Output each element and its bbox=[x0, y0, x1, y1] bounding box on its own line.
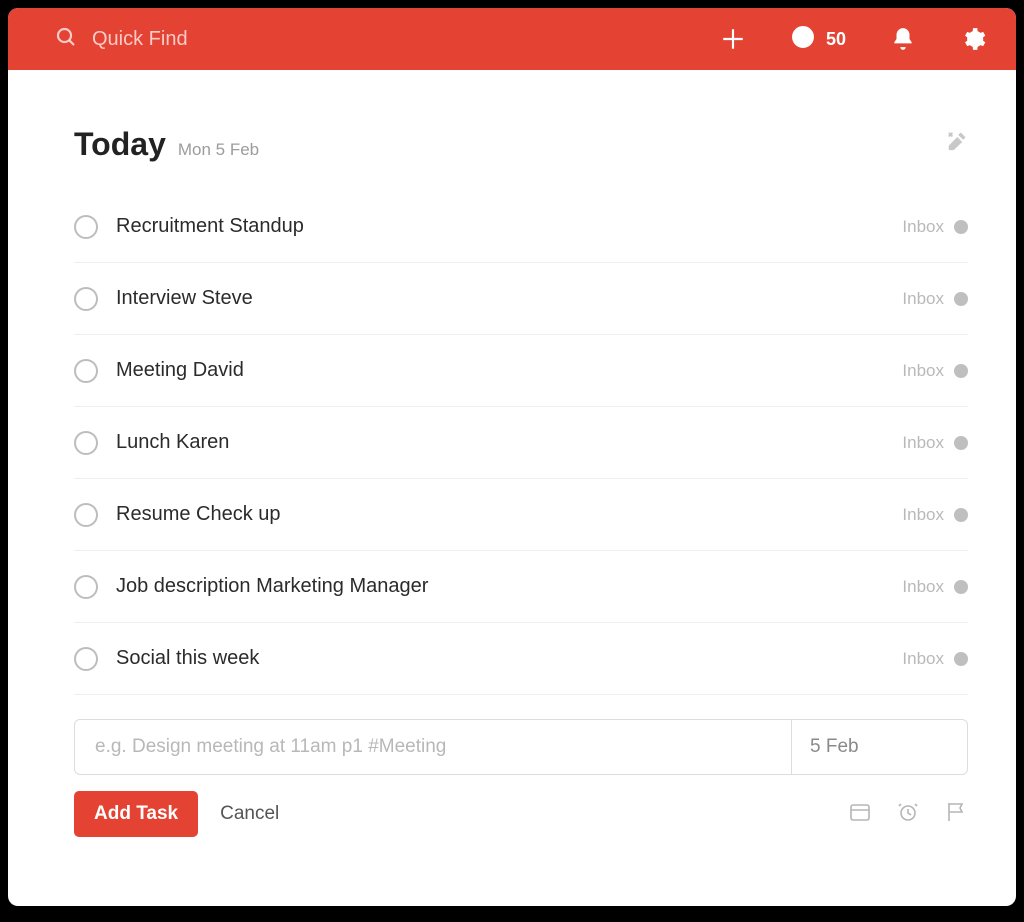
karma-count: 50 bbox=[826, 29, 846, 50]
app-header: Quick Find 50 bbox=[8, 8, 1016, 70]
search-button[interactable]: Quick Find bbox=[54, 25, 188, 54]
project-color-dot bbox=[954, 652, 968, 666]
add-task-form: 5 Feb bbox=[74, 719, 968, 775]
task-row[interactable]: Social this weekInbox bbox=[74, 623, 968, 695]
notifications-button[interactable] bbox=[890, 26, 916, 52]
task-title-input[interactable] bbox=[75, 720, 791, 774]
task-project-label: Inbox bbox=[902, 433, 944, 453]
app-window: Quick Find 50 Today Mon 5 Feb bbox=[8, 8, 1016, 906]
task-list: Recruitment StandupInboxInterview SteveI… bbox=[74, 191, 968, 695]
task-title: Meeting David bbox=[116, 359, 902, 382]
project-color-dot bbox=[954, 292, 968, 306]
project-color-dot bbox=[954, 220, 968, 234]
project-color-dot bbox=[954, 508, 968, 522]
project-color-dot bbox=[954, 436, 968, 450]
task-title: Lunch Karen bbox=[116, 431, 902, 454]
task-project-label: Inbox bbox=[902, 505, 944, 525]
task-row[interactable]: Recruitment StandupInbox bbox=[74, 191, 968, 263]
karma-icon bbox=[790, 24, 816, 55]
task-checkbox[interactable] bbox=[74, 647, 98, 671]
due-date-value: 5 Feb bbox=[810, 736, 859, 758]
task-checkbox[interactable] bbox=[74, 431, 98, 455]
page-title: Today bbox=[74, 126, 166, 163]
header-actions: 50 bbox=[720, 24, 986, 55]
task-row[interactable]: Lunch KarenInbox bbox=[74, 407, 968, 479]
task-checkbox[interactable] bbox=[74, 503, 98, 527]
task-checkbox[interactable] bbox=[74, 575, 98, 599]
task-project-label: Inbox bbox=[902, 577, 944, 597]
main-content: Today Mon 5 Feb Recruitment StandupInbox… bbox=[8, 70, 1016, 837]
settings-button[interactable] bbox=[960, 26, 986, 52]
page-title-row: Today Mon 5 Feb bbox=[74, 126, 968, 163]
due-date-picker[interactable]: 5 Feb bbox=[791, 720, 967, 774]
task-title: Interview Steve bbox=[116, 287, 902, 310]
task-row[interactable]: Interview SteveInbox bbox=[74, 263, 968, 335]
task-row[interactable]: Job description Marketing ManagerInbox bbox=[74, 551, 968, 623]
quick-add-button[interactable] bbox=[720, 26, 746, 52]
task-row[interactable]: Resume Check upInbox bbox=[74, 479, 968, 551]
priority-flag-icon[interactable] bbox=[944, 800, 968, 829]
task-checkbox[interactable] bbox=[74, 287, 98, 311]
task-option-icons bbox=[848, 800, 968, 829]
project-color-dot bbox=[954, 364, 968, 378]
search-placeholder: Quick Find bbox=[92, 28, 188, 51]
task-project-label: Inbox bbox=[902, 361, 944, 381]
search-icon bbox=[54, 25, 78, 54]
task-title: Job description Marketing Manager bbox=[116, 575, 902, 598]
task-project-label: Inbox bbox=[902, 217, 944, 237]
task-title: Resume Check up bbox=[116, 503, 902, 526]
add-task-button[interactable]: Add Task bbox=[74, 791, 198, 837]
cancel-button[interactable]: Cancel bbox=[220, 803, 279, 825]
task-checkbox[interactable] bbox=[74, 215, 98, 239]
view-options-button[interactable] bbox=[946, 130, 968, 157]
project-icon[interactable] bbox=[848, 800, 872, 829]
reminder-icon[interactable] bbox=[896, 800, 920, 829]
task-project-label: Inbox bbox=[902, 289, 944, 309]
page-date: Mon 5 Feb bbox=[178, 140, 259, 160]
task-checkbox[interactable] bbox=[74, 359, 98, 383]
task-row[interactable]: Meeting DavidInbox bbox=[74, 335, 968, 407]
task-title: Social this week bbox=[116, 647, 902, 670]
task-project-label: Inbox bbox=[902, 649, 944, 669]
task-title: Recruitment Standup bbox=[116, 215, 902, 238]
karma-button[interactable]: 50 bbox=[790, 24, 846, 55]
add-task-actions: Add Task Cancel bbox=[74, 791, 968, 837]
project-color-dot bbox=[954, 580, 968, 594]
